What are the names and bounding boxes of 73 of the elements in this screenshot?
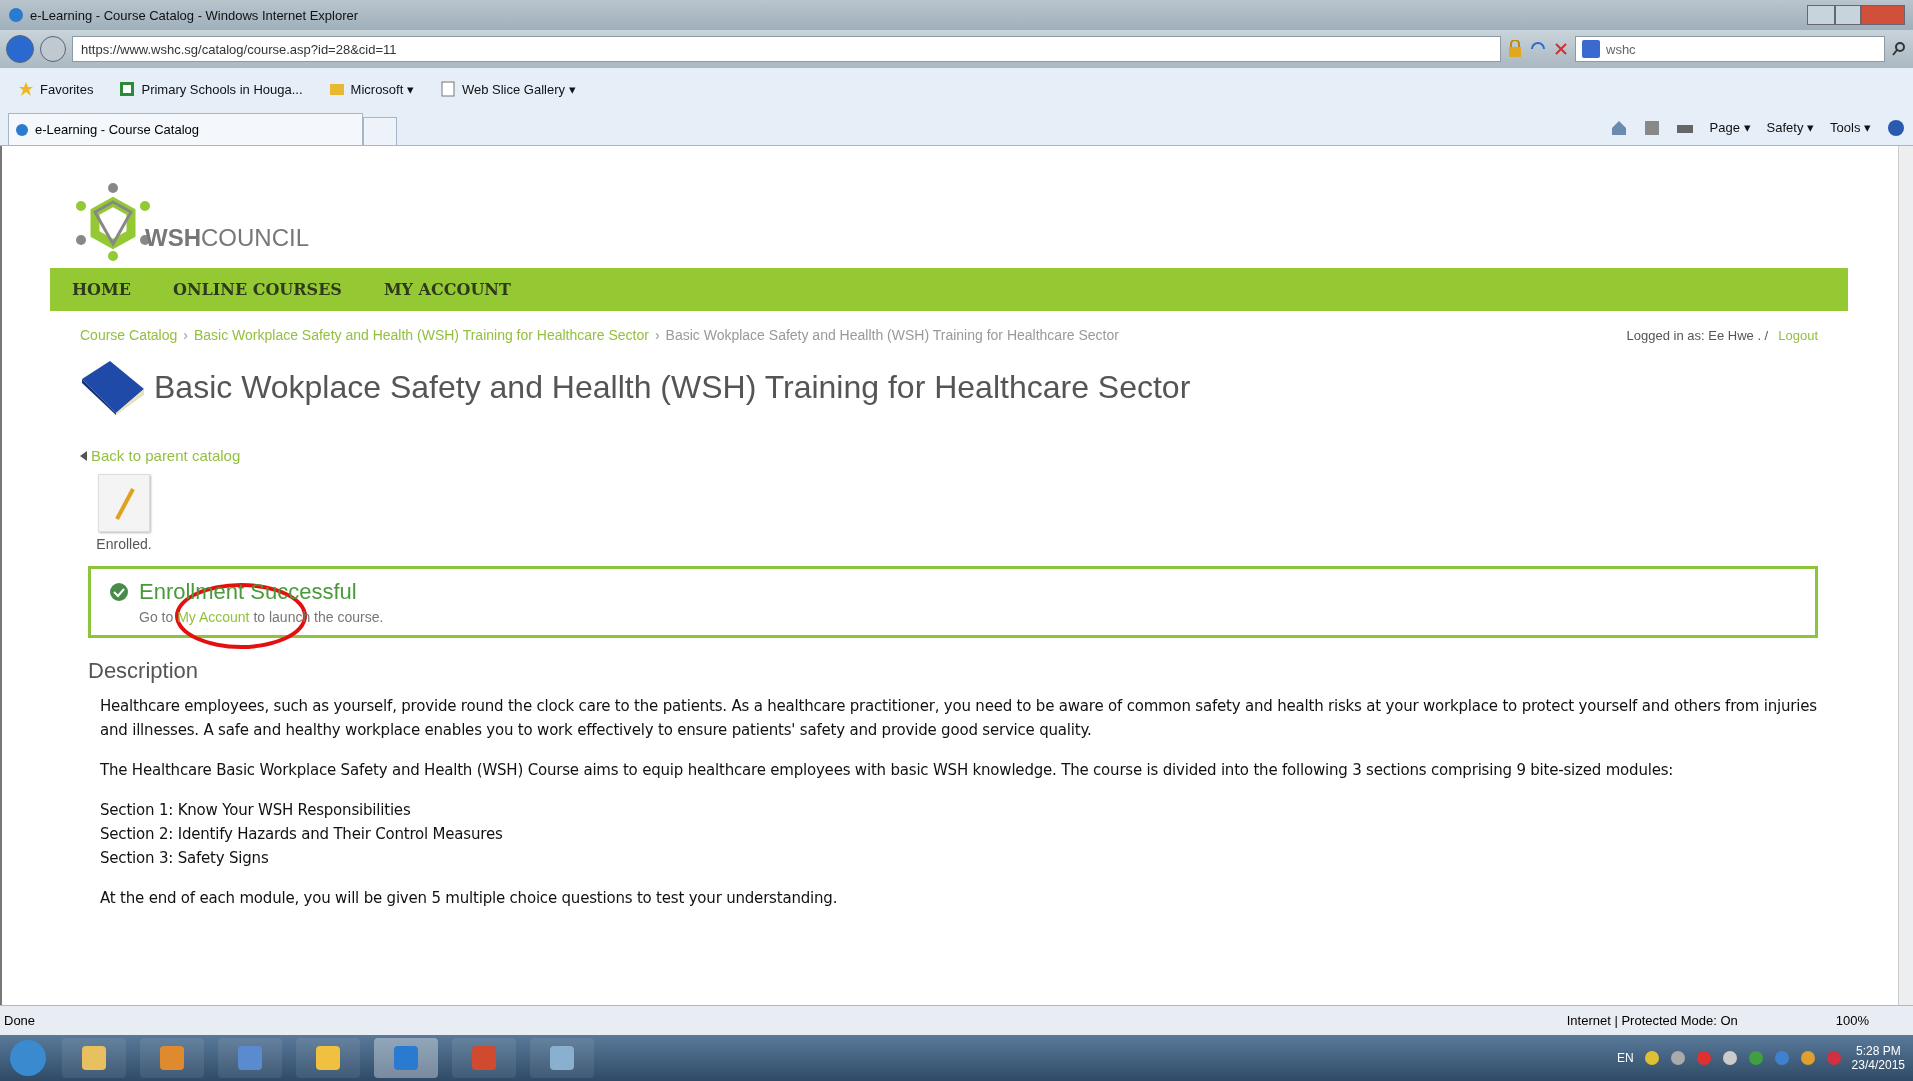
description-text: Healthcare employees, such as yourself, provide round the clock care to the patients. As a healthcare practitioner, you need to be aware of common safety and health risks at your workplace to protect yourself and others from injuries and illnesses. A safe and healthy workplace enables you to work effectively to ensure patients' safety and provide good service quality. [100,697,1817,739]
security-zone: Internet | Protected Mode: On [1566,1013,1738,1028]
taskbar-button[interactable] [374,1038,438,1078]
breadcrumb-separator: › [183,327,188,343]
page-icon [119,81,136,97]
tray-icon[interactable] [1721,1050,1738,1066]
description-text: The Healthcare Basic Workplace Safety and Health (WSH) Course aims to equip healthcare employees with basic WSH knowledge. The course is divided into the following 3 sections comprising 9 bite-sized modules: [100,761,1674,779]
favorites-item[interactable]: Web Slice Gallery ▾ [461,81,576,97]
nav-link[interactable]: ONLINE COURSES [172,280,342,299]
start-button[interactable] [8,1038,48,1078]
app-icon [314,1044,342,1072]
nav-link[interactable]: MY ACCOUNT [383,280,511,299]
description-text: Section 1: Know Your WSH Responsibilities [100,801,411,819]
description-text: Section 3: Safety Signs [100,849,269,867]
breadcrumb-current: Basic Wokplace Safety and Heallth (WSH) Training for Healthcare Sector [665,327,1119,343]
scrollbar[interactable] [1898,146,1913,1005]
triangle-icon [80,450,87,461]
app-icon [470,1044,498,1072]
status-text: Done [4,1013,36,1028]
browser-icon [15,122,29,137]
maximize-button[interactable] [1835,5,1861,25]
folder-icon [328,81,345,97]
browser-tab[interactable]: e-Learning - Course Catalog [8,113,363,145]
description-text: At the end of each module, you will be given 5 multiple choice questions to test your understanding. [100,889,838,907]
taskbar-button[interactable] [296,1038,360,1078]
clock[interactable]: 5:28 PM 23/4/2015 [1851,1044,1905,1072]
command-menu[interactable]: Safety ▾ [1766,120,1815,135]
favorites-item[interactable]: Microsoft ▾ [350,81,414,97]
command-menu[interactable]: Tools ▾ [1830,120,1871,135]
login-text: Logged in as: Ee Hwe . / [1626,327,1769,343]
favorites-item[interactable]: Favorites [40,81,94,97]
breadcrumb-separator: › [654,327,660,343]
page-icon [439,81,456,97]
command-menu[interactable]: Page ▾ [1709,120,1751,135]
taskbar-button[interactable] [530,1038,594,1078]
app-icon [80,1044,108,1072]
logo-text: WSHCOUNCIL [145,224,309,252]
section-heading: Description [88,658,200,684]
tray-icon[interactable] [1799,1050,1816,1066]
app-icon [548,1044,576,1072]
taskbar-button[interactable] [218,1038,282,1078]
new-tab-button[interactable] [363,117,397,145]
taskbar-button[interactable] [62,1038,126,1078]
tray-icon[interactable] [1669,1050,1686,1066]
home-icon[interactable] [1609,118,1628,137]
search-icon[interactable] [1891,41,1907,57]
page-title: Basic Wokplace Safety and Heallth (WSH) Training for Healthcare Sector [154,368,1191,406]
tray-icon[interactable] [1643,1050,1660,1066]
forward-button[interactable] [40,36,66,62]
back-button[interactable] [6,35,34,63]
window-title: e-Learning - Course Catalog - Windows Internet Explorer [30,7,359,23]
star-icon [18,81,34,97]
favorites-item[interactable]: Primary Schools in Houga... [141,81,303,97]
close-icon[interactable] [1553,41,1569,57]
app-icon [392,1044,420,1072]
description-text: Section 2: Identify Hazards and Their Control Measures [100,825,503,843]
taskbar-button[interactable] [140,1038,204,1078]
nav-link[interactable]: HOME [72,280,131,299]
search-field[interactable]: wshc [1575,36,1885,62]
minimize-button[interactable] [1807,5,1835,25]
lock-icon [1507,40,1523,58]
zoom-level[interactable]: 100% [1835,1013,1869,1028]
book-icon [80,359,146,415]
language-indicator[interactable]: EN [1616,1051,1634,1065]
enrollment-status: Enrolled. [96,536,152,552]
taskbar-button[interactable] [452,1038,516,1078]
check-circle-icon [109,582,129,602]
tray-icon[interactable] [1747,1050,1764,1066]
address-field[interactable]: https://www.wshc.sg/catalog/course.asp?id=28&cid=11 [72,36,1501,62]
browser-icon [8,7,24,23]
app-icon [158,1044,186,1072]
app-icon [236,1044,264,1072]
note-icon [98,474,150,532]
